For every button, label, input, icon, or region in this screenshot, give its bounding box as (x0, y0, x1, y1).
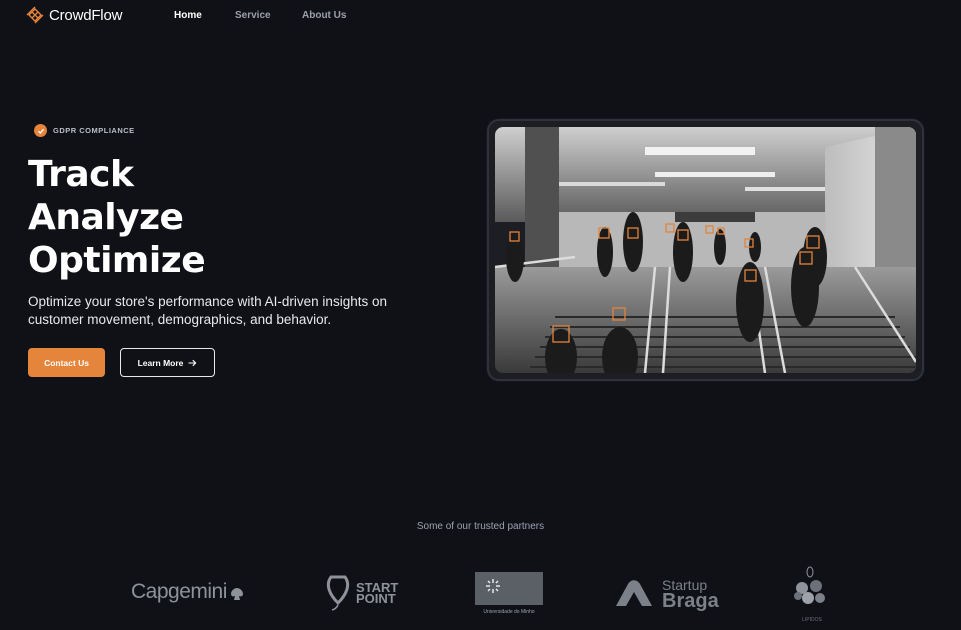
nav-about-link[interactable]: About Us (302, 10, 346, 21)
hero-headline: Track Analyze Optimize (28, 153, 206, 282)
headline-line-analyze: Analyze (28, 197, 184, 238)
capgemini-wordmark: Capgemini (131, 580, 227, 603)
partner-logo-capgemini: Capgemini (131, 580, 245, 604)
partners-heading: Some of our trusted partners (416, 521, 545, 532)
startupbraga-mark-icon (616, 580, 652, 606)
crowdflow-logo-icon (26, 6, 44, 24)
crowd-tracking-image (495, 127, 916, 373)
brand[interactable]: CrowdFlow (26, 6, 122, 24)
check-icon (34, 124, 47, 137)
learn-more-button[interactable]: Learn More (120, 348, 215, 377)
headline-line-track: Track (28, 154, 134, 195)
uminho-star-icon (486, 579, 500, 593)
top-navbar: CrowdFlow Home Service About Us (0, 0, 961, 34)
nav-service-link[interactable]: Service (235, 10, 271, 21)
badge-label: GDPR COMPLIANCE (53, 126, 135, 135)
uminho-label: Universidade do Minho (483, 609, 535, 615)
capgemini-spade-icon (231, 587, 244, 600)
startpoint-line2: POINT (356, 591, 396, 606)
headline-line-optimize: Optimize (28, 240, 206, 281)
nav-home-link[interactable]: Home (174, 10, 202, 21)
partner-logo-startupbraga: Startup Braga (612, 576, 719, 612)
contact-us-button[interactable]: Contact Us (28, 348, 105, 377)
lipidos-flower-icon (794, 566, 825, 604)
learn-more-label: Learn More (137, 357, 184, 368)
hero-image-frame (487, 119, 924, 381)
partner-logo-lipidos: LIPIDOS (790, 566, 834, 626)
brand-name: CrowdFlow (49, 6, 123, 24)
partner-logo-uminho: Universidade do Minho (475, 572, 543, 617)
arrow-right-icon (188, 359, 197, 366)
startupbraga-line2: Braga (662, 590, 719, 612)
hero-subtext: Optimize your store's performance with A… (28, 294, 387, 327)
subway-crowd-scene (495, 127, 916, 373)
startpoint-mark-icon (326, 575, 350, 611)
partner-logo-startpoint: START POINT (326, 575, 398, 611)
gdpr-badge: GDPR COMPLIANCE (34, 124, 135, 137)
lipidos-label: LIPIDOS (802, 617, 822, 623)
